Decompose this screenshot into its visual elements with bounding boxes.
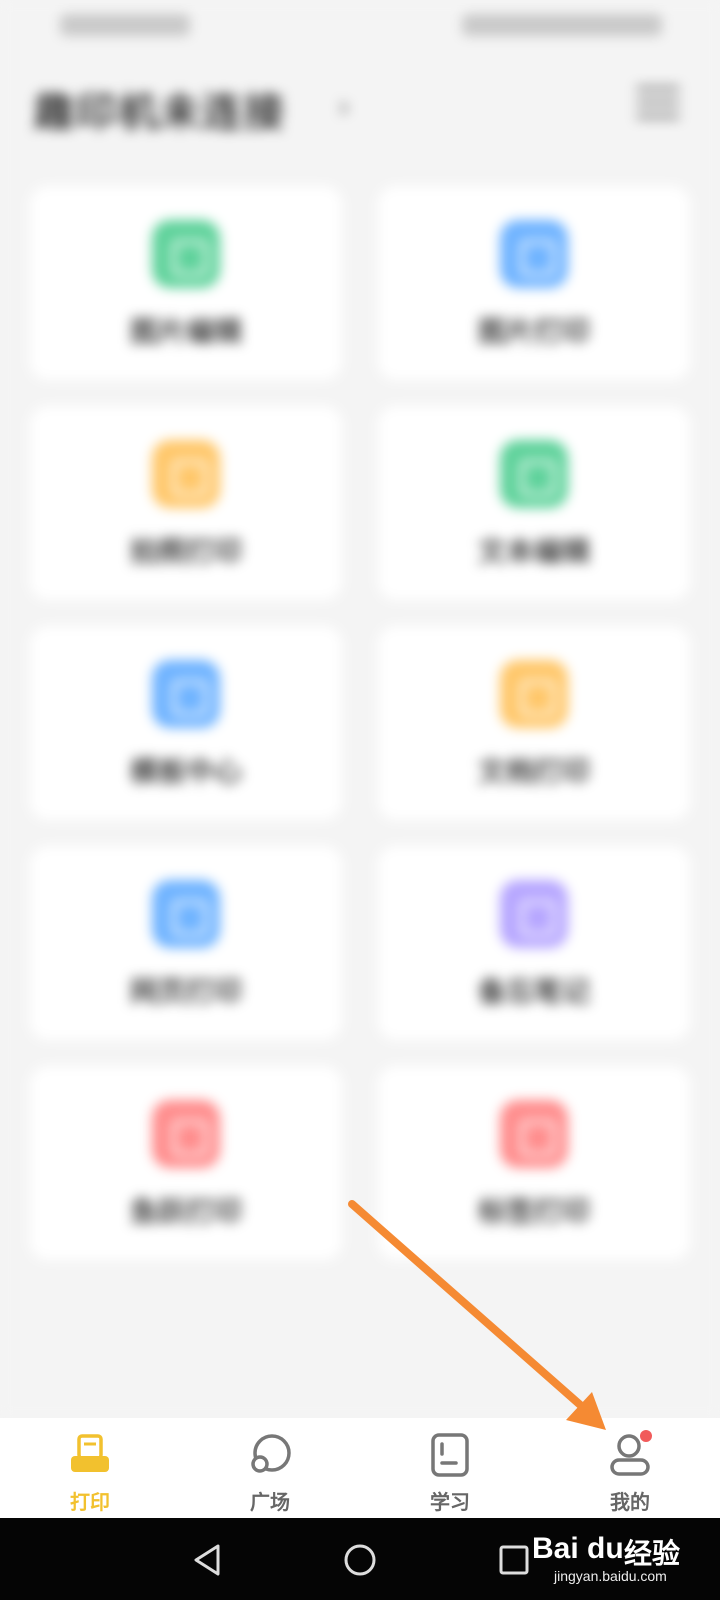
tab-label: 我的 xyxy=(610,1490,650,1514)
feature-card-label: 备忘笔记 xyxy=(477,975,590,1008)
printer-icon xyxy=(71,1434,109,1472)
printer-connection-title[interactable]: 趣印机未连接 xyxy=(34,80,286,138)
feature-card-label-print[interactable]: 标签打印 xyxy=(378,1066,690,1260)
planet-icon xyxy=(251,1434,291,1473)
feature-card-image-edit[interactable]: 图片编辑 xyxy=(30,186,342,380)
menu-icon[interactable] xyxy=(636,86,680,130)
status-bar xyxy=(0,0,720,56)
template-center-icon xyxy=(152,660,220,728)
feature-card-label: 图片编辑 xyxy=(129,315,242,348)
app-content-blurred: 趣印机未连接 › 图片编辑 图片打印 拍照打印 文本编辑 模板中心 文档打印 网… xyxy=(0,0,720,1418)
image-edit-icon xyxy=(152,220,220,288)
memo-note-icon xyxy=(500,880,568,948)
tab-plaza[interactable]: 广场 xyxy=(180,1418,360,1518)
feature-card-label: 标签打印 xyxy=(477,1195,590,1228)
feature-grid: 图片编辑 图片打印 拍照打印 文本编辑 模板中心 文档打印 网页打印 备忘笔记 xyxy=(30,186,690,1260)
feature-card-template-center[interactable]: 模板中心 xyxy=(30,626,342,820)
recent-apps-icon[interactable] xyxy=(494,1540,534,1580)
label-print-icon xyxy=(500,1100,568,1168)
tab-label: 广场 xyxy=(250,1490,290,1514)
camera-print-icon xyxy=(152,440,220,508)
baidu-jingyan-watermark: Bai du 经验 jingyan.baidu.com xyxy=(532,1524,702,1588)
watermark-brand: Bai du xyxy=(532,1532,624,1565)
feature-card-clock-print[interactable]: 鱼跃打印 xyxy=(30,1066,342,1260)
tab-label: 学习 xyxy=(430,1490,470,1514)
feature-card-label: 模板中心 xyxy=(129,755,242,788)
webpage-print-icon xyxy=(152,880,220,948)
watermark-brand-cn: 经验 xyxy=(624,1537,681,1570)
book-icon xyxy=(431,1433,469,1477)
feature-card-label: 文本编辑 xyxy=(477,535,590,568)
status-bar-right xyxy=(462,14,662,36)
feature-card-text-edit[interactable]: 文本编辑 xyxy=(378,406,690,600)
back-icon[interactable] xyxy=(188,1540,228,1580)
feature-card-label: 文档打印 xyxy=(477,755,590,788)
clock-print-icon xyxy=(152,1100,220,1168)
feature-card-label: 图片打印 xyxy=(477,315,590,348)
bottom-tab-bar: 打印 广场 学习 我的 xyxy=(0,1418,720,1518)
home-icon[interactable] xyxy=(340,1540,380,1580)
feature-card-label: 网页打印 xyxy=(129,975,242,1008)
feature-card-label: 拍照打印 xyxy=(129,535,242,568)
tab-study[interactable]: 学习 xyxy=(360,1418,540,1518)
status-bar-left xyxy=(60,14,190,36)
feature-card-camera-print[interactable]: 拍照打印 xyxy=(30,406,342,600)
image-print-icon xyxy=(500,220,568,288)
text-edit-icon xyxy=(500,440,568,508)
feature-card-memo-note[interactable]: 备忘笔记 xyxy=(378,846,690,1040)
feature-card-document-print[interactable]: 文档打印 xyxy=(378,626,690,820)
document-print-icon xyxy=(500,660,568,728)
watermark-url: jingyan.baidu.com xyxy=(554,1568,667,1584)
tab-label: 打印 xyxy=(70,1490,110,1514)
feature-card-webpage-print[interactable]: 网页打印 xyxy=(30,846,342,1040)
chevron-right-icon: › xyxy=(338,90,350,125)
feature-card-label: 鱼跃打印 xyxy=(129,1195,242,1228)
tab-mine[interactable]: 我的 xyxy=(540,1418,720,1518)
feature-card-image-print[interactable]: 图片打印 xyxy=(378,186,690,380)
tab-print[interactable]: 打印 xyxy=(0,1418,180,1518)
notification-dot xyxy=(640,1430,652,1442)
